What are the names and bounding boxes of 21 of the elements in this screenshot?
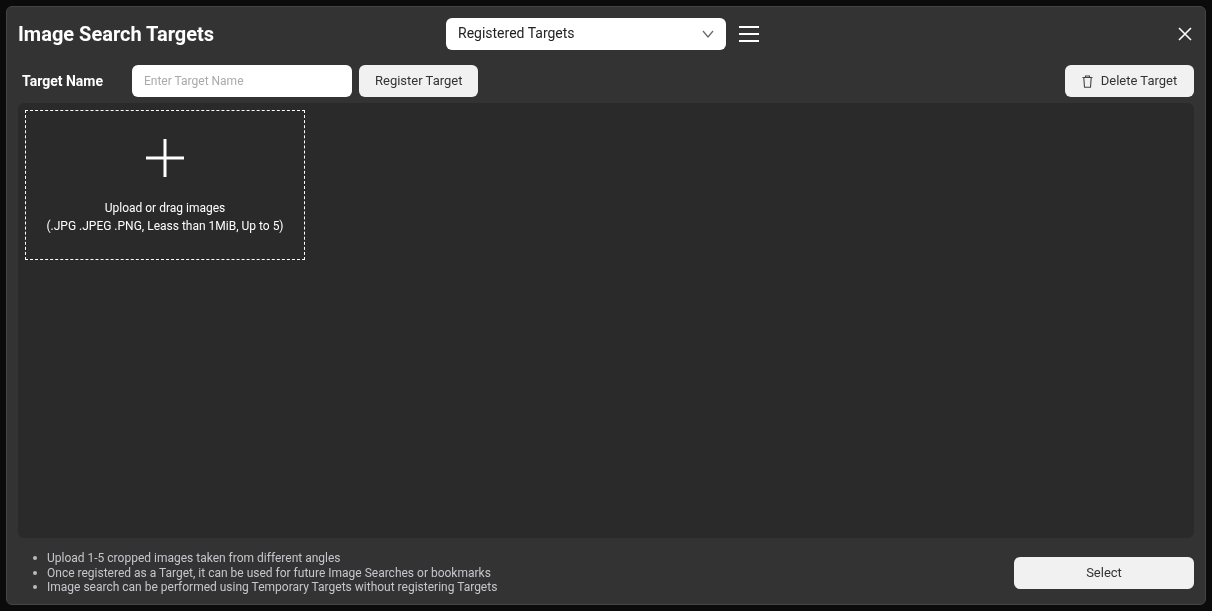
view-dropdown[interactable]: Registered Targets	[446, 17, 726, 50]
bullet-icon	[33, 570, 37, 575]
plus-icon	[146, 139, 184, 177]
window-title: Image Search Targets	[18, 20, 216, 48]
bullet-icon	[33, 585, 37, 590]
chevron-down-icon	[702, 29, 714, 38]
target-name-label: Target Name	[21, 71, 104, 91]
target-name-field[interactable]: Enter Target Name	[132, 65, 352, 97]
bullet-icon	[33, 556, 37, 561]
upload-dropzone[interactable]: Upload or drag images (.JPG .JPEG .PNG, Leass than 1MiB, Up to 5)	[25, 110, 305, 260]
tip-text: Image search can be performed using Temporary Targets without registering Targets	[47, 580, 498, 597]
tip-text: Upload 1-5 cropped images taken from different angles	[47, 550, 341, 567]
tip-text: Once registered as a Target, it can be used for future Image Searches or bookmarks	[47, 565, 491, 581]
delete-target-button[interactable]: Delete Target	[1065, 65, 1194, 97]
upload-instruction: Upload or drag images	[104, 200, 226, 217]
register-target-button[interactable]: Register Target	[359, 65, 479, 97]
trash-icon	[1081, 74, 1093, 88]
close-icon[interactable]	[1178, 26, 1192, 41]
select-button[interactable]: Select	[1014, 556, 1194, 589]
menu-icon[interactable]	[739, 24, 759, 43]
upload-formats: (.JPG .JPEG .PNG, Leass than 1MiB, Up to 5)	[46, 218, 284, 235]
